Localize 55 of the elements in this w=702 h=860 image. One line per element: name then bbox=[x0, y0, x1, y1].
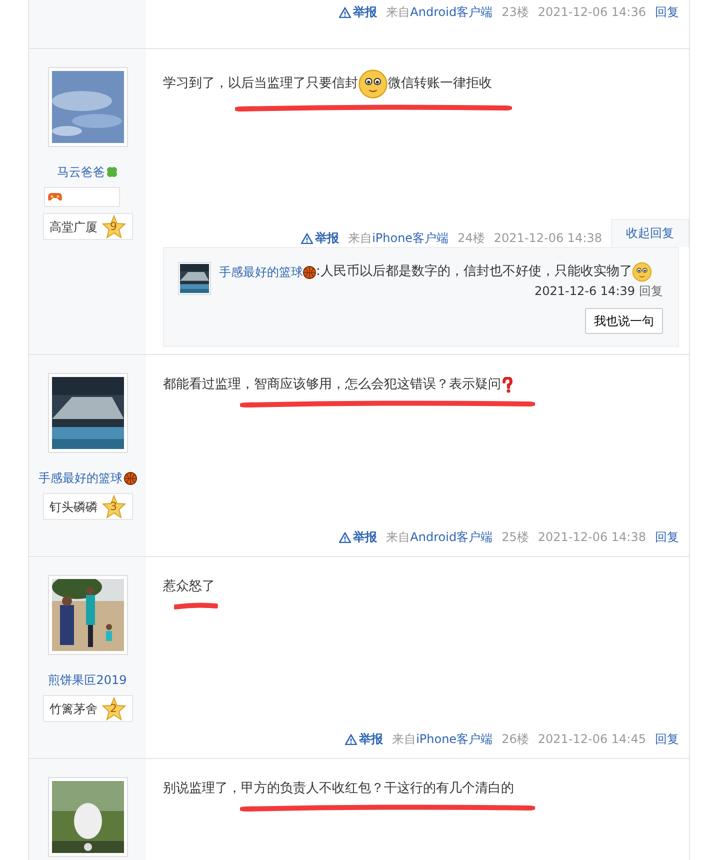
post-text: 都能看过监理，智商应该够用，怎么会犯这错误？表示疑问 bbox=[163, 376, 501, 394]
gamepad-icon bbox=[48, 192, 62, 202]
floor-number: 25楼 bbox=[502, 529, 529, 546]
source-label: 来自 bbox=[386, 530, 410, 544]
question-icon bbox=[501, 376, 514, 393]
client-link[interactable]: Android客户端 bbox=[410, 530, 493, 544]
warning-icon bbox=[345, 734, 358, 744]
level-star: 9 bbox=[102, 214, 126, 238]
username-link[interactable]: 手感最好的篮球 bbox=[38, 469, 122, 487]
level-star: 3 bbox=[102, 494, 126, 518]
clover-icon bbox=[106, 166, 118, 178]
source-label: 来自 bbox=[348, 231, 372, 245]
floor-number: 24楼 bbox=[458, 230, 485, 247]
floor-number: 23楼 bbox=[502, 4, 529, 21]
username-link[interactable]: 煎饼果叵2019 bbox=[48, 671, 127, 689]
level-title: 竹篱茅舍 bbox=[50, 700, 98, 718]
reply-link[interactable]: 回复 bbox=[639, 282, 663, 300]
client-link[interactable]: Android客户端 bbox=[410, 5, 493, 19]
separator-text: : bbox=[316, 263, 320, 282]
level-title: 钉头磷磷 bbox=[50, 498, 98, 516]
report-link[interactable]: 举报 bbox=[345, 730, 384, 748]
post-date: 2021-12-06 14:36 bbox=[538, 4, 646, 21]
post-text: 别说监理了，甲方的负责人不收红包？干这行的有几个清白的 bbox=[163, 780, 514, 798]
level-star: 2 bbox=[102, 696, 126, 720]
warning-icon bbox=[301, 232, 314, 244]
reply-link[interactable]: 回复 bbox=[655, 528, 679, 546]
client-link[interactable]: iPhone客户端 bbox=[372, 231, 449, 245]
warning-icon bbox=[339, 532, 352, 542]
basketball-icon bbox=[303, 266, 316, 278]
client-link[interactable]: iPhone客户端 bbox=[416, 732, 493, 746]
floor-number: 26楼 bbox=[502, 731, 529, 748]
report-link[interactable]: 举报 bbox=[339, 3, 378, 21]
source-label: 来自 bbox=[392, 732, 416, 746]
post-date: 2021-12-06 14:38 bbox=[538, 529, 646, 546]
level-title: 高堂广厦 bbox=[50, 218, 98, 236]
post-text: 学习到了，以后当监理了只要信封 bbox=[163, 75, 358, 94]
collapse-replies-tab[interactable]: 收起回复 bbox=[611, 219, 689, 247]
username-link[interactable]: 手感最好的篮球 bbox=[219, 263, 303, 281]
post-text: 微信转账一律拒收 bbox=[388, 75, 492, 94]
post-text: 惹众怒了 bbox=[163, 578, 215, 596]
post-date: 2021-12-06 14:45 bbox=[538, 731, 646, 748]
post-text: 人民币以后都是数字的，信封也不好使，只能收实物了 bbox=[320, 263, 632, 282]
basketball-icon bbox=[124, 472, 136, 484]
emoji-icon bbox=[632, 262, 652, 282]
say-something-button[interactable]: 我也说一句 bbox=[585, 308, 663, 334]
report-link[interactable]: 举报 bbox=[301, 229, 340, 247]
emoji-icon bbox=[358, 69, 388, 99]
reply-link[interactable]: 回复 bbox=[655, 730, 679, 748]
reply-date: 2021-12-6 14:39 bbox=[534, 283, 635, 300]
reply-link[interactable]: 回复 bbox=[655, 3, 679, 21]
report-link[interactable]: 举报 bbox=[339, 528, 378, 546]
source-label: 来自 bbox=[386, 5, 410, 19]
username-link[interactable]: 马云爸爸 bbox=[57, 163, 105, 181]
post-date: 2021-12-06 14:38 bbox=[494, 230, 602, 247]
warning-icon bbox=[339, 6, 352, 18]
